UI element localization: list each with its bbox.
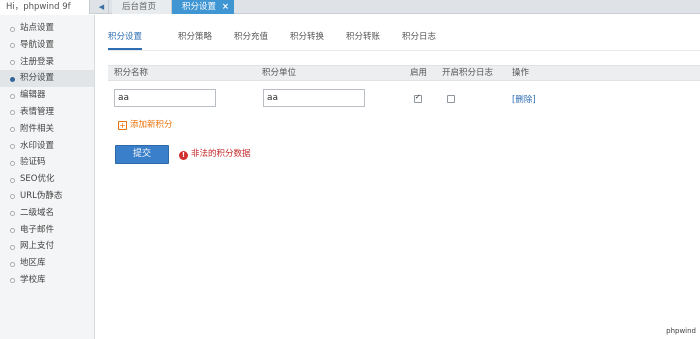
user-greeting: Hi，phpwind 9f <box>0 0 90 14</box>
sidebar-item-emoticons[interactable]: 表情管理 <box>0 104 94 121</box>
add-credit-label: 添加新积分 <box>130 120 173 130</box>
sidebar-item-url-rewrite[interactable]: URL伪静态 <box>0 188 94 205</box>
sidebar-item-editor[interactable]: 编辑器 <box>0 87 94 104</box>
sidebar-item-subdomain[interactable]: 二级域名 <box>0 205 94 222</box>
top-bar: Hi，phpwind 9f ◀ 后台首页 积分设置 × <box>0 0 700 14</box>
brand-logo-text: phpwind <box>666 327 696 335</box>
submit-button[interactable]: 提交 <box>115 145 169 164</box>
sidebar-item-watermark[interactable]: 水印设置 <box>0 138 94 155</box>
tab-home[interactable]: 后台首页 <box>112 0 172 14</box>
tab-credit-log[interactable]: 积分日志 <box>402 30 436 50</box>
credit-log-checkbox[interactable] <box>447 95 455 103</box>
add-credit-link[interactable]: + 添加新积分 <box>118 119 173 131</box>
sidebar-item-email[interactable]: 电子邮件 <box>0 222 94 239</box>
sidebar-item-school[interactable]: 学校库 <box>0 272 94 289</box>
error-icon: ! <box>179 151 188 160</box>
sidebar-item-register-login[interactable]: 注册登录 <box>0 54 94 71</box>
tab-credit-transfer[interactable]: 积分转账 <box>346 30 380 50</box>
sidebar-item-payment[interactable]: 网上支付 <box>0 238 94 255</box>
credit-name-input[interactable] <box>114 89 216 107</box>
table-header: 积分名称 积分单位 启用 开启积分日志 操作 <box>108 65 700 81</box>
delete-link[interactable]: [删除] <box>512 93 536 105</box>
sidebar: 站点设置 导航设置 注册登录 积分设置 编辑器 表情管理 附件相关 水印设置 验… <box>0 15 95 339</box>
tab-credit-settings[interactable]: 积分设置 <box>108 30 143 50</box>
col-action: 操作 <box>512 68 530 78</box>
col-credit-log: 开启积分日志 <box>442 68 494 78</box>
error-message: ! 非法的积分数据 <box>179 148 251 160</box>
col-credit-name: 积分名称 <box>114 68 149 78</box>
sidebar-item-seo[interactable]: SEO优化 <box>0 171 94 188</box>
error-text: 非法的积分数据 <box>191 149 251 159</box>
sidebar-item-nav-settings[interactable]: 导航设置 <box>0 37 94 54</box>
sidebar-item-site-settings[interactable]: 站点设置 <box>0 20 94 37</box>
plus-icon: + <box>118 121 127 130</box>
tab-credit-strategy[interactable]: 积分策略 <box>178 30 212 50</box>
tab-credit-settings[interactable]: 积分设置 × <box>172 0 234 14</box>
enabled-checkbox[interactable] <box>414 93 422 103</box>
sidebar-item-credit-settings[interactable]: 积分设置 <box>0 70 94 88</box>
close-icon[interactable]: × <box>222 0 229 14</box>
table-row: [删除] <box>108 85 700 111</box>
sidebar-item-attachments[interactable]: 附件相关 <box>0 121 94 138</box>
divider <box>108 50 700 51</box>
credit-unit-input[interactable] <box>263 89 365 107</box>
tab-credit-exchange[interactable]: 积分转换 <box>290 30 324 50</box>
col-credit-unit: 积分单位 <box>262 68 297 78</box>
tab-credit-recharge[interactable]: 积分充值 <box>234 30 268 50</box>
col-enabled: 启用 <box>410 68 428 78</box>
sidebar-item-captcha[interactable]: 验证码 <box>0 154 94 171</box>
tab-label: 积分设置 <box>182 2 217 12</box>
main-content: 积分设置 积分策略 积分充值 积分转换 积分转账 积分日志 积分名称 积分单位 … <box>96 15 700 339</box>
tab-scroll-left-button[interactable]: ◀ <box>95 0 109 14</box>
sidebar-item-region[interactable]: 地区库 <box>0 255 94 272</box>
